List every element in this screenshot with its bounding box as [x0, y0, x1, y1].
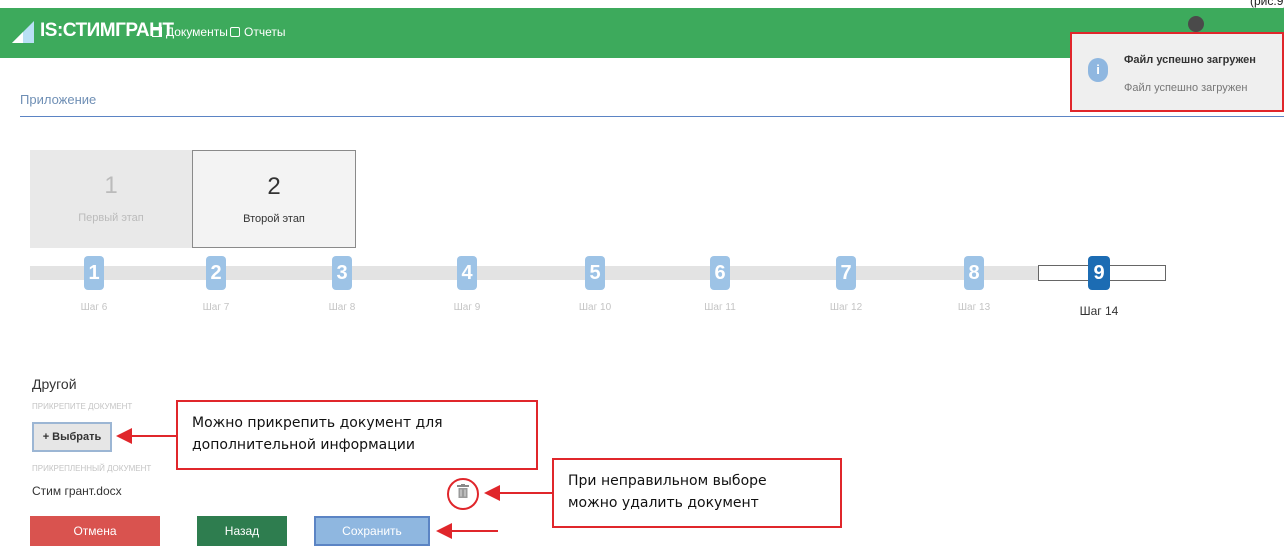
step-3[interactable]: 3 Шаг 8 [322, 256, 362, 313]
attach-callout: Можно прикрепить документ для дополнител… [176, 400, 538, 470]
step-number: 4 [457, 256, 477, 290]
logo-icon [12, 21, 34, 43]
step-number: 9 [1088, 256, 1110, 290]
nav-documents[interactable]: Документы [152, 25, 228, 39]
attached-document-hint: Прикрепленный документ [32, 464, 152, 473]
attach-document-hint: Прикрепите документ [32, 402, 133, 411]
step-5[interactable]: 5 Шаг 10 [575, 256, 615, 313]
documents-icon [152, 27, 162, 37]
step-label: Шаг 14 [1079, 304, 1119, 318]
step-2[interactable]: 2 Шаг 7 [196, 256, 236, 313]
stage-tab-1[interactable]: 1 Первый этап [30, 150, 192, 248]
attach-callout-line-1: Можно прикрепить документ для [192, 415, 443, 431]
user-avatar-icon[interactable] [1188, 16, 1204, 32]
stage-label: Первый этап [78, 212, 144, 224]
step-8[interactable]: 8 Шаг 13 [954, 256, 994, 313]
step-label: Шаг 8 [328, 302, 356, 313]
cancel-button[interactable]: Отмена [30, 516, 160, 546]
stage-tab-2[interactable]: 2 Второй этап [192, 150, 356, 248]
step-7[interactable]: 7 Шаг 12 [826, 256, 866, 313]
step-number: 5 [585, 256, 605, 290]
step-label: Шаг 10 [578, 302, 612, 313]
step-label: Шаг 6 [80, 302, 108, 313]
delete-highlight-circle [447, 478, 479, 510]
step-number: 3 [332, 256, 352, 290]
stage-number: 2 [267, 173, 281, 200]
notification-title: Файл успешно загружен [1124, 54, 1256, 66]
attach-callout-line-2: дополнительной информации [192, 437, 415, 453]
steps-track [30, 266, 1080, 280]
nav-reports[interactable]: Отчеты [230, 25, 285, 39]
plus-icon: + [42, 431, 53, 443]
step-number: 2 [206, 256, 226, 290]
breadcrumb[interactable]: Приложение [20, 92, 96, 107]
step-label: Шаг 7 [202, 302, 230, 313]
save-button[interactable]: Сохранить [314, 516, 430, 546]
step-4[interactable]: 4 Шаг 9 [447, 256, 487, 313]
stage-number: 1 [104, 172, 118, 199]
back-button[interactable]: Назад [197, 516, 287, 546]
print-icon [230, 27, 240, 37]
step-6[interactable]: 6 Шаг 11 [700, 256, 740, 313]
step-9-active[interactable]: 9 Шаг 14 [1079, 256, 1119, 318]
step-label: Шаг 11 [704, 302, 736, 313]
step-number: 6 [710, 256, 730, 290]
step-label: Шаг 13 [957, 302, 991, 313]
step-number: 8 [964, 256, 984, 290]
delete-callout-line-2: можно удалить документ [568, 495, 759, 511]
step-label: Шаг 9 [453, 302, 481, 313]
info-icon: i [1088, 58, 1108, 82]
step-number: 7 [836, 256, 856, 290]
attached-filename[interactable]: Стим грант.docx [32, 484, 122, 498]
stage-label: Второй этап [243, 213, 305, 225]
step-1[interactable]: 1 Шаг 6 [74, 256, 114, 313]
step-label: Шаг 12 [829, 302, 863, 313]
choose-file-label: Выбрать [52, 431, 102, 443]
notification-toast[interactable]: i Файл успешно загружен Файл успешно заг… [1070, 32, 1284, 112]
choose-file-button[interactable]: + Выбрать [32, 422, 112, 452]
divider [20, 116, 1284, 117]
delete-callout-line-1: При неправильном выборе [568, 473, 767, 489]
nav-reports-label: Отчеты [244, 25, 286, 39]
figure-caption: (рис.9) [1250, 0, 1284, 8]
document-section-title: Другой [32, 376, 77, 392]
nav-documents-label: Документы [166, 25, 228, 39]
delete-callout: При неправильном выборе можно удалить до… [552, 458, 842, 528]
notification-message: Файл успешно загружен [1124, 82, 1248, 94]
step-number: 1 [84, 256, 104, 290]
